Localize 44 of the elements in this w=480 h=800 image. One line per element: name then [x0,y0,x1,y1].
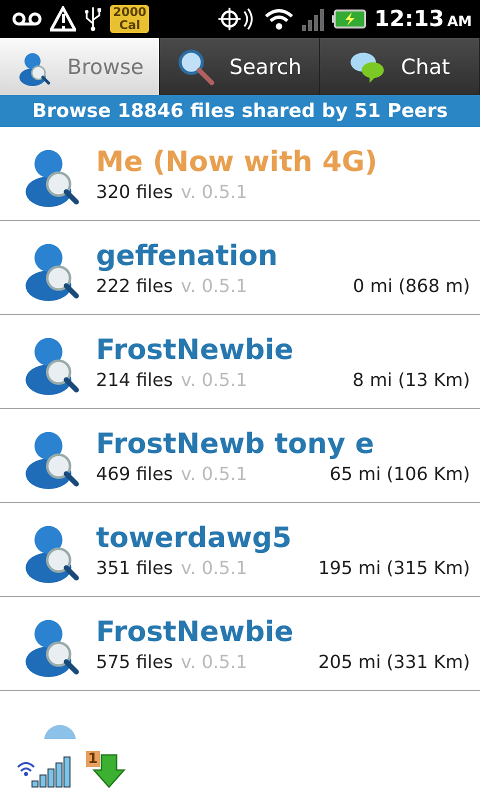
distance-label: 8 mi (13 Km) [352,370,470,391]
clock: 12:13 [374,6,444,32]
distance-label: 195 mi (315 Km) [318,558,470,579]
peer-row[interactable]: towerdawg5 351 files v. 0.5.1 195 mi (315 Km) [0,503,480,597]
file-count: 320 files [96,182,173,203]
network-signal-icon [16,755,72,789]
peer-row[interactable]: FrostNewb tony e 469 files v. 0.5.1 65 mi (106 Km) [0,409,480,503]
peer-row[interactable]: Me (Now with 4G) 320 files v. 0.5.1 [0,127,480,221]
calendar-badge: 2000 Cal [110,5,150,33]
distance-label: 0 mi (868 m) [352,276,470,297]
download-count-badge: 1 [86,751,100,767]
peer-row[interactable]: FrostNewbie 214 files v. 0.5.1 8 mi (13 Km) [0,315,480,409]
file-count: 222 files [96,276,173,297]
battery-icon [332,9,366,29]
usb-icon [84,5,102,33]
file-count: 469 files [96,464,173,485]
version-label: v. 0.5.1 [180,464,248,485]
peer-name: towerdawg5 [96,520,293,556]
signal-icon [302,7,324,31]
distance-label: 65 mi (106 Km) [330,464,470,485]
peer-name: geffenation [96,238,279,274]
tab[interactable]: Search [160,38,320,95]
version-label: v. 0.5.1 [180,558,248,579]
tab[interactable]: Chat [320,38,480,95]
search-icon [177,48,216,86]
file-count: 575 files [96,652,173,673]
distance-label: 205 mi (331 Km) [318,652,470,673]
wifi-icon [264,7,294,31]
header-banner: Browse 18846 files shared by 51 Peers [0,95,480,127]
file-count: 351 files [96,558,173,579]
peer-name: FrostNewbie [96,332,294,368]
clock-period: AM [447,14,472,30]
version-label: v. 0.5.1 [180,276,248,297]
peer-row[interactable]: FrostNewbie 575 files v. 0.5.1 205 mi (331 Km) [0,597,480,691]
peer-name: FrostNewb tony e [96,426,376,462]
version-label: v. 0.5.1 [180,370,248,391]
version-label: v. 0.5.1 [180,182,248,203]
warning-icon [50,6,76,32]
peer-name: Me (Now with 4G) [96,144,378,180]
peer-row[interactable]: geffenation 222 files v. 0.5.1 0 mi (868 m) [0,221,480,315]
file-count: 214 files [96,370,173,391]
version-label: v. 0.5.1 [180,652,248,673]
tab[interactable]: Browse [0,38,160,95]
peer-name: FrostNewbie [96,614,294,650]
